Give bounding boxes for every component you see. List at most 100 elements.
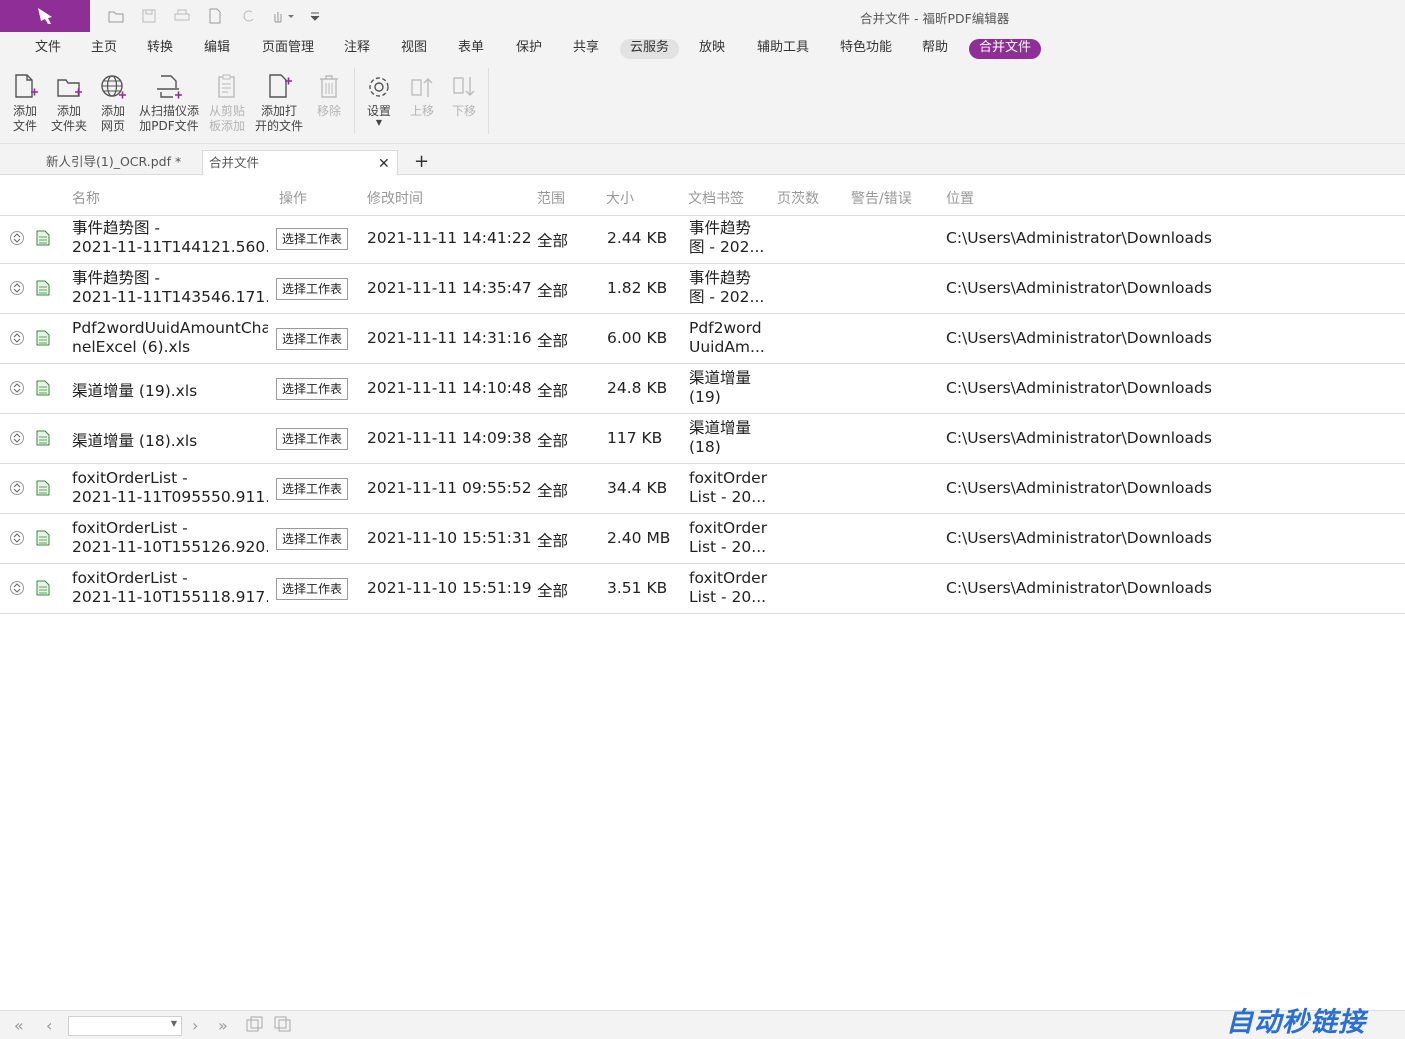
menu-special-features[interactable]: 特色功能 bbox=[840, 39, 892, 59]
menu-page-management[interactable]: 页面管理 bbox=[262, 39, 314, 59]
file-size: 2.44 KB bbox=[607, 229, 668, 247]
menu-protect[interactable]: 保护 bbox=[516, 39, 542, 59]
menu-help[interactable]: 帮助 bbox=[922, 39, 948, 59]
column-modified-time[interactable]: 修改时间 bbox=[367, 188, 423, 208]
close-tab-icon[interactable]: ✕ bbox=[378, 156, 390, 172]
file-size: 2.40 MB bbox=[607, 529, 671, 547]
bookmark[interactable]: foxitOrder List - 20... bbox=[689, 519, 769, 557]
column-location[interactable]: 位置 bbox=[946, 188, 974, 208]
select-worksheet-button[interactable]: 选择工作表 bbox=[276, 278, 348, 300]
select-worksheet-button[interactable]: 选择工作表 bbox=[276, 478, 348, 500]
add-webpage-button[interactable]: 添加 网页 bbox=[94, 70, 132, 134]
expand-icon[interactable] bbox=[10, 281, 24, 295]
move-down-button[interactable]: 下移 bbox=[446, 70, 482, 119]
select-worksheet-button[interactable]: 选择工作表 bbox=[276, 328, 348, 350]
spreadsheet-file-icon bbox=[36, 430, 50, 450]
bookmark[interactable]: Pdf2word UuidAm... bbox=[689, 319, 769, 357]
menu-slideshow[interactable]: 放映 bbox=[699, 39, 725, 59]
add-file-button[interactable]: 添加 文件 bbox=[6, 70, 44, 134]
select-worksheet-button[interactable]: 选择工作表 bbox=[276, 228, 348, 250]
table-row[interactable]: foxitOrderList -2021-11-10T155118.917...… bbox=[0, 564, 1405, 614]
column-bookmark[interactable]: 文档书签 bbox=[688, 188, 744, 208]
expand-icon[interactable] bbox=[10, 581, 24, 595]
select-worksheet-button[interactable]: 选择工作表 bbox=[276, 428, 348, 450]
bookmark[interactable]: 事件趋势图 - 202... bbox=[689, 219, 769, 257]
chevron-down-icon[interactable]: ▼ bbox=[171, 1019, 177, 1028]
bookmark[interactable]: 渠道增量 (19) bbox=[689, 369, 769, 407]
customize-dropdown-icon[interactable] bbox=[304, 6, 326, 26]
range[interactable]: 全部 bbox=[537, 529, 568, 551]
range[interactable]: 全部 bbox=[537, 279, 568, 301]
move-up-button[interactable]: 上移 bbox=[404, 70, 440, 119]
column-name[interactable]: 名称 bbox=[72, 188, 100, 208]
tab-ocr-document[interactable]: 新人引导(1)_OCR.pdf * bbox=[40, 150, 198, 175]
ribbon-separator bbox=[354, 68, 355, 134]
remove-button[interactable]: 移除 bbox=[311, 70, 347, 119]
range[interactable]: 全部 bbox=[537, 479, 568, 501]
select-worksheet-button[interactable]: 选择工作表 bbox=[276, 528, 348, 550]
table-row[interactable]: 事件趋势图 -2021-11-11T144121.560... 选择工作表 2021… bbox=[0, 214, 1405, 264]
two-page-view-icon[interactable] bbox=[274, 1016, 292, 1036]
settings-button[interactable]: 设置 ▼ bbox=[362, 70, 396, 127]
save-icon[interactable] bbox=[138, 6, 160, 26]
column-size[interactable]: 大小 bbox=[606, 188, 634, 208]
table-row[interactable]: foxitOrderList -2021-11-10T155126.920...… bbox=[0, 514, 1405, 564]
menu-comment[interactable]: 注释 bbox=[344, 39, 370, 59]
menu-merge-files[interactable]: 合并文件 bbox=[969, 39, 1042, 59]
menu-file[interactable]: 文件 bbox=[35, 39, 61, 59]
tab-merge-files[interactable]: 合并文件 bbox=[202, 150, 398, 175]
table-row[interactable]: 渠道增量 (18).xls 选择工作表 2021-11-11 14:09:38 全部 1… bbox=[0, 414, 1405, 464]
hand-tool-icon[interactable] bbox=[270, 6, 298, 26]
new-tab-icon[interactable]: + bbox=[414, 151, 429, 172]
menu-accessibility-tools[interactable]: 辅助工具 bbox=[757, 39, 809, 59]
bookmark[interactable]: 渠道增量 (18) bbox=[689, 419, 769, 457]
app-logo[interactable] bbox=[0, 0, 90, 32]
bookmark[interactable]: 事件趋势图 - 202... bbox=[689, 269, 769, 307]
expand-icon[interactable] bbox=[10, 481, 24, 495]
select-worksheet-button[interactable]: 选择工作表 bbox=[276, 378, 348, 400]
menu-form[interactable]: 表单 bbox=[458, 39, 484, 59]
range[interactable]: 全部 bbox=[537, 429, 568, 451]
range[interactable]: 全部 bbox=[537, 379, 568, 401]
bookmark[interactable]: foxitOrder List - 20... bbox=[689, 569, 769, 607]
table-row[interactable]: 渠道增量 (19).xls 选择工作表 2021-11-11 14:10:48 全部 2… bbox=[0, 364, 1405, 414]
range[interactable]: 全部 bbox=[537, 579, 568, 601]
table-row[interactable]: Pdf2wordUuidAmountChan nelExcel (6).xls 选择… bbox=[0, 314, 1405, 364]
menu-view[interactable]: 视图 bbox=[401, 39, 427, 59]
expand-icon[interactable] bbox=[10, 231, 24, 245]
menu-convert[interactable]: 转换 bbox=[147, 39, 173, 59]
bookmark[interactable]: foxitOrder List - 20... bbox=[689, 469, 769, 507]
menu-edit[interactable]: 编辑 bbox=[204, 39, 230, 59]
open-icon[interactable] bbox=[105, 6, 127, 26]
expand-icon[interactable] bbox=[10, 381, 24, 395]
expand-icon[interactable] bbox=[10, 331, 24, 345]
next-page-icon[interactable]: › bbox=[192, 1016, 198, 1035]
column-page-count[interactable]: 页茨数 bbox=[777, 188, 819, 208]
range[interactable]: 全部 bbox=[537, 329, 568, 351]
undo-icon[interactable] bbox=[237, 6, 259, 26]
select-worksheet-button[interactable]: 选择工作表 bbox=[276, 578, 348, 600]
menu-cloud-service[interactable]: 云服务 bbox=[620, 39, 680, 59]
add-open-files-button[interactable]: 添加打 开的文件 bbox=[253, 70, 305, 134]
column-action[interactable]: 操作 bbox=[279, 188, 307, 208]
file-name: 渠道增量 (19).xls bbox=[72, 382, 198, 400]
expand-icon[interactable] bbox=[10, 531, 24, 545]
page-number-input[interactable]: ▼ bbox=[68, 1016, 182, 1036]
previous-page-icon[interactable]: ‹ bbox=[46, 1016, 52, 1035]
first-page-icon[interactable]: « bbox=[14, 1016, 24, 1035]
add-from-scanner-button[interactable]: 从扫描仪添 加PDF文件 bbox=[137, 70, 201, 134]
column-range[interactable]: 范围 bbox=[537, 188, 565, 208]
range[interactable]: 全部 bbox=[537, 229, 568, 251]
menu-home[interactable]: 主页 bbox=[91, 39, 117, 59]
last-page-icon[interactable]: » bbox=[218, 1016, 228, 1035]
table-row[interactable]: 事件趋势图 -2021-11-11T143546.171... 选择工作表 2021… bbox=[0, 264, 1405, 314]
print-icon[interactable] bbox=[171, 6, 193, 26]
menu-share[interactable]: 共享 bbox=[573, 39, 599, 59]
new-icon[interactable] bbox=[204, 6, 226, 26]
column-warnings[interactable]: 警告/错误 bbox=[851, 188, 912, 208]
add-folder-button[interactable]: 添加 文件夹 bbox=[48, 70, 90, 134]
single-page-view-icon[interactable] bbox=[246, 1016, 264, 1036]
add-from-clipboard-button[interactable]: 从剪贴 板添加 bbox=[205, 70, 249, 134]
expand-icon[interactable] bbox=[10, 431, 24, 445]
table-row[interactable]: foxitOrderList -2021-11-11T095550.911...… bbox=[0, 464, 1405, 514]
